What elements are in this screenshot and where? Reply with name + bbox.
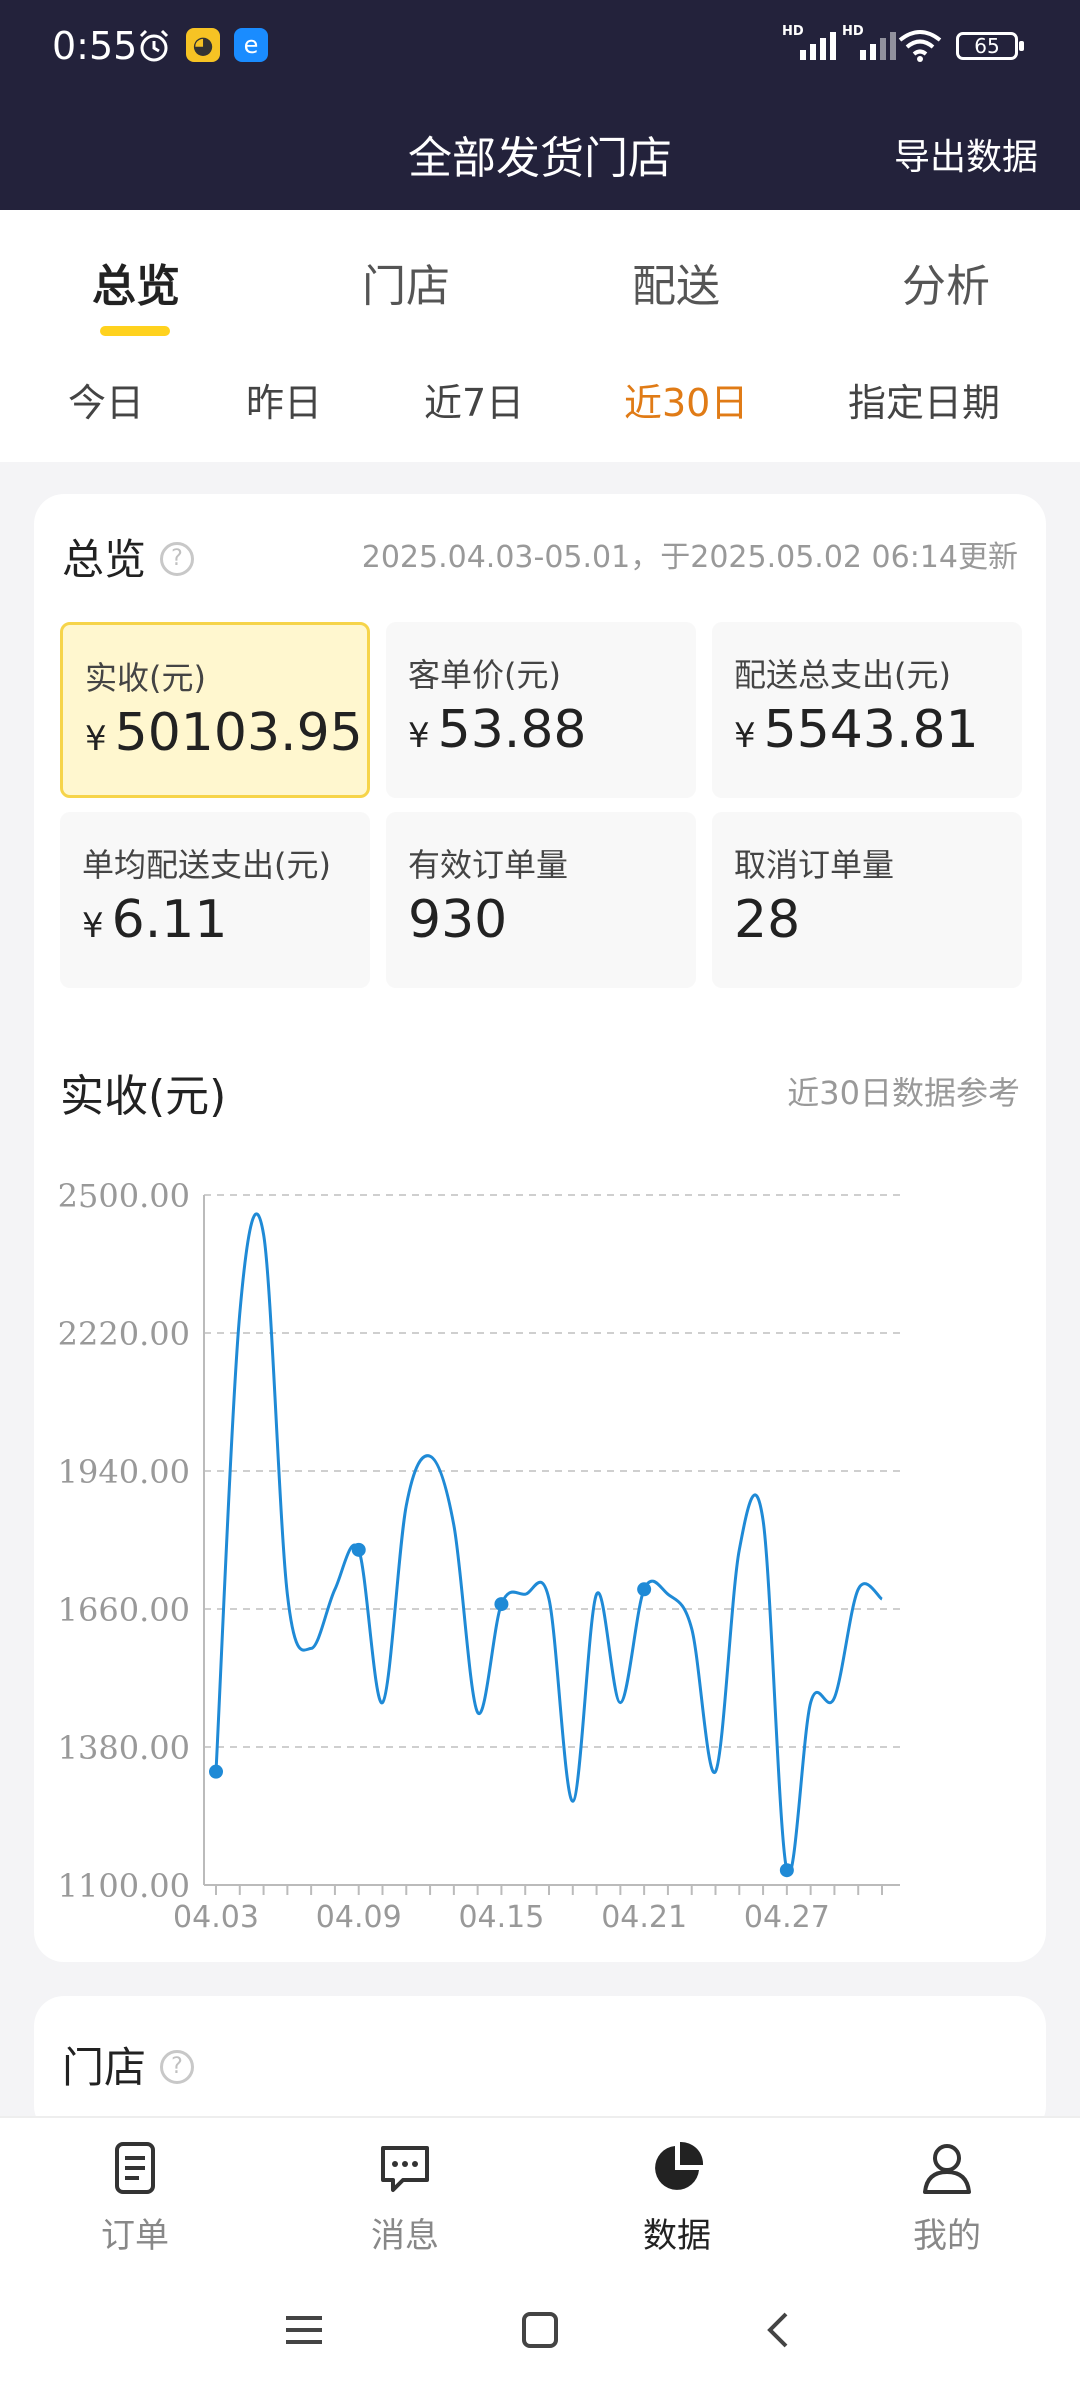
tab-section: 总览 门店 配送 分析 今日 昨日 近7日 近30日 指定日期: [0, 210, 1080, 462]
x-tick-label: 04.09: [316, 1900, 402, 1935]
revenue-line-chart[interactable]: 2500.00 2220.00 1940.00 1660.00 1380.00 1100.…: [40, 1150, 1040, 1950]
nav-data[interactable]: 数据: [592, 2138, 762, 2257]
data-pie-icon: [655, 2141, 704, 2190]
wifi-icon: [898, 30, 942, 62]
tab-overview[interactable]: 总览: [92, 250, 180, 314]
data-point: [637, 1582, 652, 1597]
y-tick-label: 2500.00: [58, 1177, 190, 1215]
metric-value: ¥6.11: [82, 890, 228, 950]
nav-profile[interactable]: 我的: [862, 2138, 1032, 2257]
metric-card-delivery-total[interactable]: 配送总支出(元) ¥5543.81: [712, 622, 1022, 798]
system-nav-bar: [0, 2260, 1080, 2400]
metric-label: 单均配送支出(元): [82, 846, 331, 884]
metric-card-avg-order[interactable]: 客单价(元) ¥53.88: [386, 622, 696, 798]
data-point: [494, 1597, 509, 1612]
date-tab-yesterday[interactable]: 昨日: [246, 372, 322, 427]
date-tab-today[interactable]: 今日: [68, 372, 144, 427]
status-time: 0:55: [52, 24, 138, 68]
x-tick-label: 04.03: [173, 1900, 259, 1935]
tab-stores[interactable]: 门店: [362, 250, 450, 314]
tab-analysis[interactable]: 分析: [902, 250, 990, 314]
metric-card-revenue[interactable]: 实收(元) ¥50103.95: [60, 622, 370, 798]
stores-card: 门店 ?: [34, 1996, 1046, 2136]
metric-value: 28: [734, 890, 801, 950]
y-tick-label: 2220.00: [58, 1315, 190, 1353]
metric-label: 配送总支出(元): [734, 656, 951, 694]
help-icon[interactable]: ?: [160, 542, 194, 576]
overview-date-range: 2025.04.03-05.01，于2025.05.02 06:14更新: [361, 540, 1018, 575]
signal-icon: [800, 32, 836, 60]
date-tab-custom[interactable]: 指定日期: [848, 372, 1000, 427]
data-point: [351, 1542, 366, 1557]
metric-value: ¥5543.81: [734, 700, 979, 760]
back-icon[interactable]: [758, 2310, 798, 2350]
data-point: [209, 1764, 223, 1779]
active-tab-indicator: [100, 326, 170, 336]
stores-title: 门店: [62, 2043, 147, 2092]
metric-label: 客单价(元): [408, 656, 561, 694]
y-tick-label: 1940.00: [58, 1453, 190, 1491]
tab-delivery[interactable]: 配送: [632, 250, 720, 314]
home-icon[interactable]: [520, 2310, 560, 2350]
nav-orders[interactable]: 订单: [50, 2138, 220, 2257]
metric-card-cancelled-orders[interactable]: 取消订单量 28: [712, 812, 1022, 988]
overview-title: 总览: [62, 535, 147, 584]
metric-label: 实收(元): [85, 659, 206, 697]
notification-app-icon: ◕: [186, 28, 220, 62]
export-data-button[interactable]: 导出数据: [894, 128, 1038, 180]
alarm-icon: [139, 29, 169, 62]
status-bar: 0:55 ◕ e HD HD 65: [0, 0, 1080, 95]
x-tick-label: 04.27: [744, 1900, 830, 1935]
nav-messages[interactable]: 消息: [320, 2138, 490, 2257]
metric-label: 取消订单量: [734, 846, 895, 884]
y-tick-label: 1100.00: [58, 1867, 190, 1905]
metric-label: 有效订单量: [408, 846, 569, 884]
bottom-nav: 订单 消息 数据 我的: [0, 2116, 1080, 2260]
metric-value: ¥50103.95: [85, 703, 363, 763]
y-tick-label: 1380.00: [58, 1729, 190, 1767]
metric-value: 930: [408, 890, 508, 950]
help-icon[interactable]: ?: [160, 2050, 194, 2084]
data-point: [779, 1863, 794, 1878]
x-tick-label: 04.15: [458, 1900, 544, 1935]
x-tick-label: 04.21: [601, 1900, 687, 1935]
menu-icon[interactable]: [284, 2310, 324, 2350]
notification-app-icon-2: e: [234, 28, 268, 62]
battery-icon: 65: [956, 32, 1024, 60]
metric-card-delivery-avg[interactable]: 单均配送支出(元) ¥6.11: [60, 812, 370, 988]
metric-value: ¥53.88: [408, 700, 587, 760]
order-icon: [115, 2142, 155, 2194]
metric-card-valid-orders[interactable]: 有效订单量 930: [386, 812, 696, 988]
message-icon: [381, 2146, 429, 2192]
date-tab-7days[interactable]: 近7日: [424, 372, 524, 427]
chart-title: 实收(元): [60, 1071, 227, 1122]
profile-icon: [923, 2144, 971, 2194]
series-line: [214, 1212, 883, 1876]
y-tick-label: 1660.00: [58, 1591, 190, 1629]
top-bar: 0:55 ◕ e HD HD 65 全部发货门店 导出数据: [0, 0, 1080, 210]
date-tab-30days[interactable]: 近30日: [624, 372, 748, 427]
chart-note: 近30日数据参考: [787, 1074, 1020, 1112]
